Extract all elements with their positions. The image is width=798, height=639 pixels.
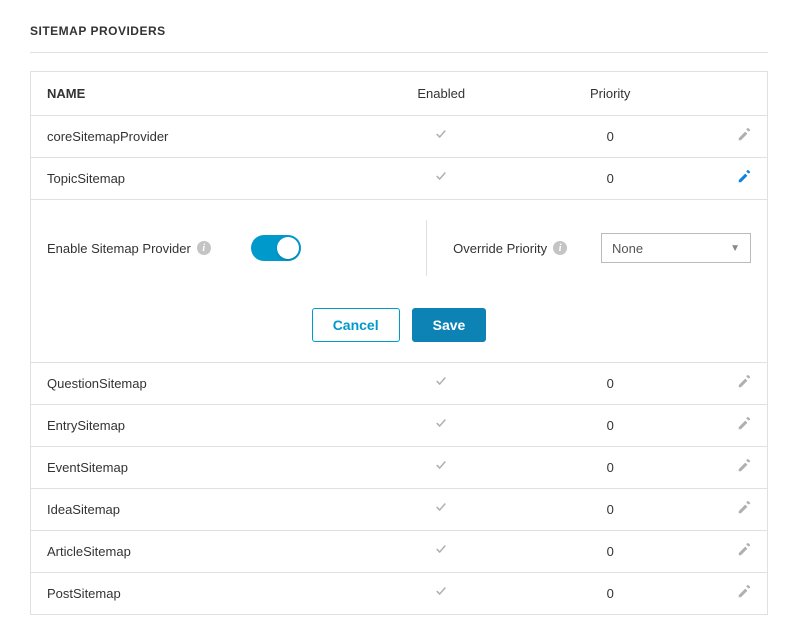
save-button[interactable]: Save [412, 308, 487, 342]
check-icon [434, 377, 448, 392]
check-icon [434, 172, 448, 187]
provider-name: ArticleSitemap [47, 544, 357, 559]
table-row: coreSitemapProvider 0 [31, 116, 767, 158]
check-icon [434, 419, 448, 434]
edit-icon[interactable] [737, 377, 751, 392]
table-header: NAME Enabled Priority [31, 72, 767, 116]
provider-enabled [357, 459, 526, 476]
section-title: SITEMAP PROVIDERS [30, 24, 768, 53]
table-row: PostSitemap 0 [31, 573, 767, 614]
provider-enabled [357, 417, 526, 434]
enable-control-group: Enable Sitemap Provider i [47, 220, 427, 276]
column-header-name: NAME [47, 86, 357, 101]
check-icon [434, 130, 448, 145]
edit-panel: Enable Sitemap Provider i Override Prior… [31, 200, 767, 363]
priority-select-value: None [612, 241, 643, 256]
edit-icon[interactable] [737, 461, 751, 476]
provider-priority: 0 [526, 129, 695, 144]
info-icon[interactable]: i [197, 241, 211, 255]
table-row: QuestionSitemap 0 [31, 363, 767, 405]
toggle-knob [277, 237, 299, 259]
priority-control-group: Override Priority i None ▼ [427, 233, 751, 263]
priority-select[interactable]: None ▼ [601, 233, 751, 263]
enable-label-text: Enable Sitemap Provider [47, 241, 191, 256]
sitemap-providers-table: NAME Enabled Priority coreSitemapProvide… [30, 71, 768, 615]
provider-enabled [357, 585, 526, 602]
check-icon [434, 503, 448, 518]
table-row: ArticleSitemap 0 [31, 531, 767, 573]
check-icon [434, 545, 448, 560]
provider-name: EntrySitemap [47, 418, 357, 433]
provider-name: TopicSitemap [47, 171, 357, 186]
caret-down-icon: ▼ [730, 243, 740, 254]
info-icon[interactable]: i [553, 241, 567, 255]
provider-name: QuestionSitemap [47, 376, 357, 391]
provider-enabled [357, 501, 526, 518]
provider-priority: 0 [526, 376, 695, 391]
provider-priority: 0 [526, 544, 695, 559]
provider-name: PostSitemap [47, 586, 357, 601]
edit-icon[interactable] [737, 587, 751, 602]
edit-icon[interactable] [737, 130, 751, 145]
enable-label: Enable Sitemap Provider i [47, 241, 211, 256]
table-row: IdeaSitemap 0 [31, 489, 767, 531]
edit-panel-controls: Enable Sitemap Provider i Override Prior… [47, 214, 751, 300]
check-icon [434, 587, 448, 602]
provider-priority: 0 [526, 460, 695, 475]
table-row: EventSitemap 0 [31, 447, 767, 489]
provider-enabled [357, 170, 526, 187]
override-priority-label: Override Priority i [453, 241, 567, 256]
provider-priority: 0 [526, 171, 695, 186]
override-priority-label-text: Override Priority [453, 241, 547, 256]
provider-priority: 0 [526, 418, 695, 433]
edit-icon[interactable] [737, 545, 751, 560]
provider-enabled [357, 128, 526, 145]
edit-icon[interactable] [737, 503, 751, 518]
table-row: EntrySitemap 0 [31, 405, 767, 447]
provider-name: coreSitemapProvider [47, 129, 357, 144]
edit-panel-actions: Cancel Save [47, 300, 751, 342]
table-row: TopicSitemap 0 [31, 158, 767, 200]
enable-toggle[interactable] [251, 235, 301, 261]
column-header-priority: Priority [526, 86, 695, 101]
edit-icon[interactable] [737, 172, 751, 187]
provider-enabled [357, 375, 526, 392]
edit-icon[interactable] [737, 419, 751, 434]
provider-name: EventSitemap [47, 460, 357, 475]
provider-priority: 0 [526, 586, 695, 601]
provider-enabled [357, 543, 526, 560]
check-icon [434, 461, 448, 476]
column-header-enabled: Enabled [357, 86, 526, 101]
provider-priority: 0 [526, 502, 695, 517]
cancel-button[interactable]: Cancel [312, 308, 400, 342]
provider-name: IdeaSitemap [47, 502, 357, 517]
